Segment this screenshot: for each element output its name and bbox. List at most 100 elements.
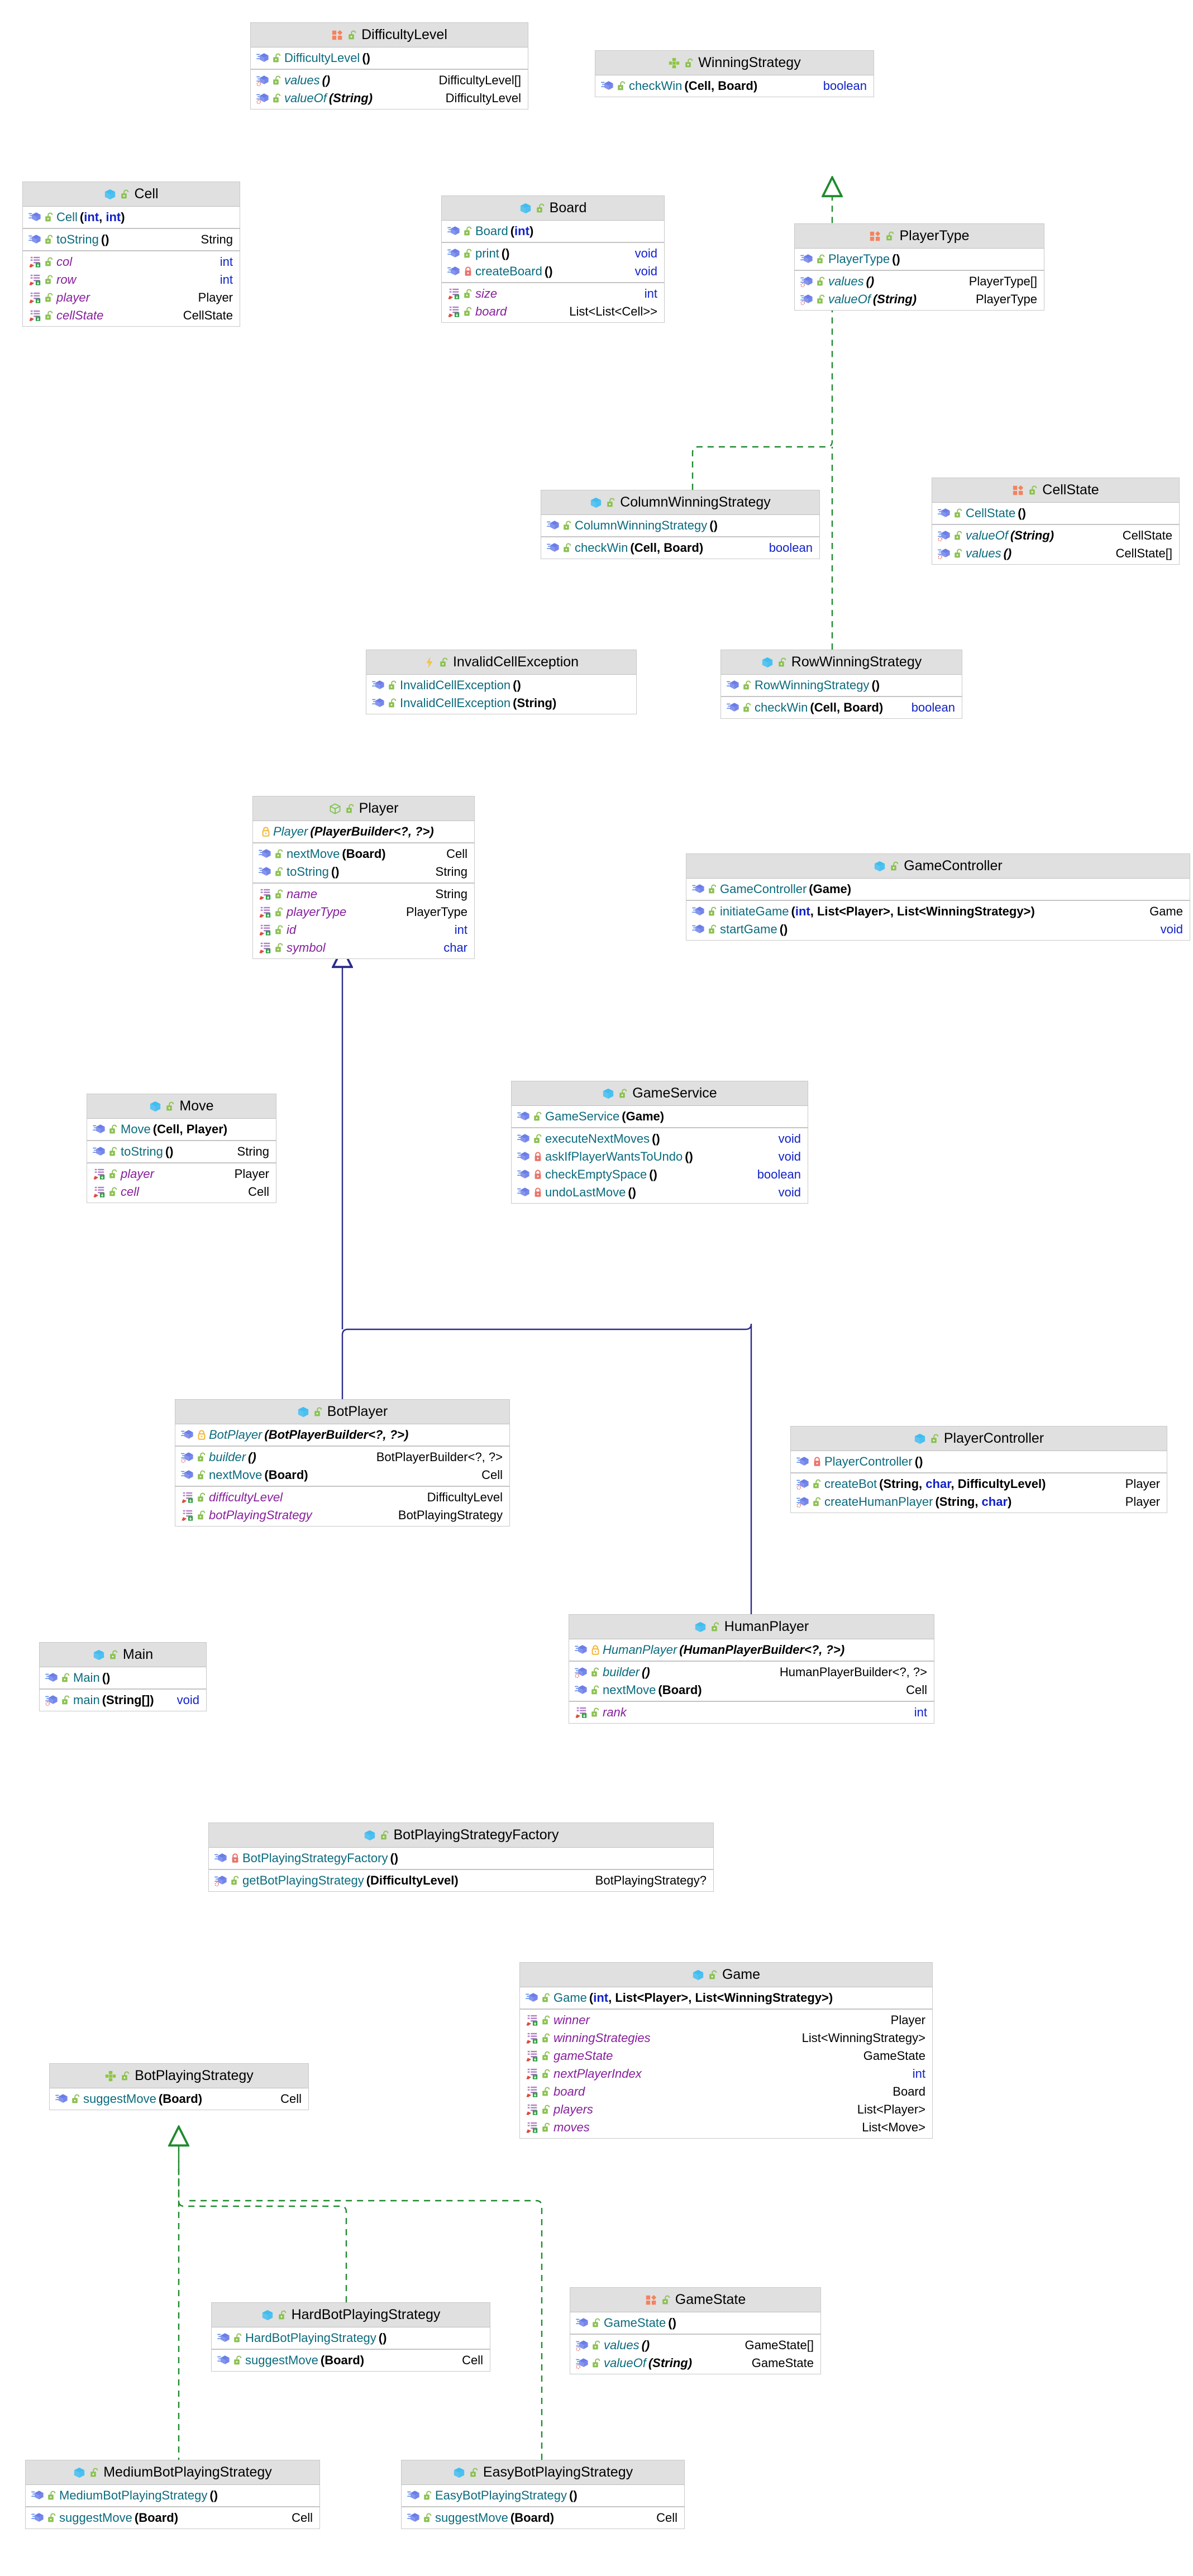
field-row-id[interactable]: id int	[253, 921, 474, 939]
field-row-difficultylevel[interactable]: difficultyLevel DifficultyLevel	[175, 1489, 509, 1506]
method-row-values[interactable]: values() GameState[]	[570, 2336, 820, 2354]
class-box-botplayer[interactable]: BotPlayer BotPlayer (BotPlayerBuilder<?, …	[175, 1399, 510, 1526]
field-row-name[interactable]: name String	[253, 885, 474, 903]
field-row-playertype[interactable]: playerType PlayerType	[253, 903, 474, 921]
field-row-player[interactable]: player Player	[87, 1165, 276, 1183]
method-row-undolastmove[interactable]: undoLastMove() void	[512, 1184, 808, 1201]
field-row-nextplayerindex[interactable]: nextPlayerIndex int	[520, 2065, 932, 2083]
method-row-suggestmove[interactable]: suggestMove (Board) Cell	[26, 2509, 319, 2527]
method-row-move[interactable]: Move (Cell, Player)	[87, 1120, 276, 1138]
class-box-gameservice[interactable]: GameService GameService (Game) executeNex…	[511, 1081, 808, 1204]
field-row-size[interactable]: size int	[442, 285, 664, 303]
method-row-botplayingstrategyfactory[interactable]: BotPlayingStrategyFactory()	[209, 1849, 713, 1867]
class-box-main[interactable]: Main Main() main (String[]) void	[39, 1642, 207, 1711]
class-box-board[interactable]: Board Board (int) print() void createBoard…	[441, 195, 665, 323]
field-row-board[interactable]: board List<List<Cell>>	[442, 303, 664, 321]
method-row-checkwin[interactable]: checkWin (Cell, Board) boolean	[595, 77, 874, 95]
method-row-rowwinningstrategy[interactable]: RowWinningStrategy()	[721, 676, 962, 694]
method-row-hardbotplayingstrategy[interactable]: HardBotPlayingStrategy()	[212, 2329, 490, 2347]
class-box-winningstrategy[interactable]: WinningStrategy checkWin (Cell, Board) boo…	[595, 50, 874, 97]
field-row-winningstrategies[interactable]: winningStrategies List<WinningStrategy>	[520, 2029, 932, 2047]
class-box-easybotplayingstrategy[interactable]: EasyBotPlayingStrategy EasyBotPlayingStr…	[401, 2460, 685, 2529]
class-box-gamestate[interactable]: GameState GameState() values() GameState[…	[570, 2287, 821, 2374]
method-row-easybotplayingstrategy[interactable]: EasyBotPlayingStrategy()	[402, 2487, 684, 2505]
field-row-players[interactable]: players List<Player>	[520, 2101, 932, 2119]
class-box-hardbotplayingstrategy[interactable]: HardBotPlayingStrategy HardBotPlayingStr…	[211, 2302, 490, 2372]
method-row-difficultylevel[interactable]: DifficultyLevel()	[251, 49, 528, 67]
method-row-valueof[interactable]: valueOf (String) DifficultyLevel	[251, 89, 528, 107]
method-row-valueof[interactable]: valueOf (String) CellState	[932, 527, 1179, 545]
method-row-suggestmove[interactable]: suggestMove (Board) Cell	[50, 2090, 308, 2108]
method-row-tostring[interactable]: toString() String	[23, 231, 240, 249]
method-row-initiategame[interactable]: initiateGame (int, List<Player>, List<Win…	[686, 903, 1190, 920]
class-box-playertype[interactable]: PlayerType PlayerType() values() PlayerTy…	[794, 223, 1044, 311]
method-row-main[interactable]: main (String[]) void	[40, 1691, 206, 1709]
class-box-cellstate[interactable]: CellState CellState() valueOf (String) Cel…	[932, 478, 1180, 565]
method-row-createbot[interactable]: createBot (String, char, DifficultyLevel)…	[791, 1475, 1167, 1493]
method-row-mediumbotplayingstrategy[interactable]: MediumBotPlayingStrategy()	[26, 2487, 319, 2505]
method-row-valueof[interactable]: valueOf (String) GameState	[570, 2354, 820, 2372]
field-row-cell[interactable]: cell Cell	[87, 1183, 276, 1201]
method-row-tostring[interactable]: toString() String	[253, 863, 474, 881]
method-row-builder[interactable]: builder() HumanPlayerBuilder<?, ?>	[569, 1663, 934, 1681]
method-row-cellstate[interactable]: CellState()	[932, 504, 1179, 522]
class-box-mediumbotplayingstrategy[interactable]: MediumBotPlayingStrategy MediumBotPlayin…	[25, 2460, 320, 2529]
field-row-board[interactable]: board Board	[520, 2083, 932, 2101]
method-row-nextmove[interactable]: nextMove (Board) Cell	[569, 1681, 934, 1699]
method-row-player[interactable]: Player (PlayerBuilder<?, ?>)	[253, 823, 474, 841]
method-row-gameservice[interactable]: GameService (Game)	[512, 1108, 808, 1125]
class-box-game[interactable]: Game Game (int, List<Player>, List<Winnin…	[519, 1962, 933, 2139]
method-row-gamestate[interactable]: GameState()	[570, 2314, 820, 2332]
method-row-botplayer[interactable]: BotPlayer (BotPlayerBuilder<?, ?>)	[175, 1426, 509, 1444]
class-box-invalidcellexception[interactable]: InvalidCellException InvalidCellExceptio…	[366, 650, 637, 714]
method-row-playertype[interactable]: PlayerType()	[795, 250, 1044, 268]
method-row-valueof[interactable]: valueOf (String) PlayerType	[795, 290, 1044, 308]
method-row-suggestmove[interactable]: suggestMove (Board) Cell	[212, 2351, 490, 2369]
class-box-botplayingstrategy[interactable]: BotPlayingStrategy suggestMove (Board) Cel…	[49, 2063, 309, 2110]
method-row-invalidcellexception[interactable]: InvalidCellException (String)	[366, 694, 636, 712]
method-row-nextmove[interactable]: nextMove (Board) Cell	[175, 1466, 509, 1484]
field-row-moves[interactable]: moves List<Move>	[520, 2119, 932, 2136]
method-row-game[interactable]: Game (int, List<Player>, List<WinningStra…	[520, 1989, 932, 2007]
method-row-nextmove[interactable]: nextMove (Board) Cell	[253, 845, 474, 863]
class-box-gamecontroller[interactable]: GameController GameController (Game) init…	[686, 853, 1190, 941]
method-row-createboard[interactable]: createBoard() void	[442, 263, 664, 280]
method-row-cell[interactable]: Cell (int, int)	[23, 208, 240, 226]
field-row-col[interactable]: col int	[23, 253, 240, 271]
class-box-move[interactable]: Move Move (Cell, Player) toString() String…	[87, 1094, 276, 1203]
method-row-main[interactable]: Main()	[40, 1669, 206, 1687]
method-row-values[interactable]: values() DifficultyLevel[]	[251, 71, 528, 89]
field-row-botplayingstrategy[interactable]: botPlayingStrategy BotPlayingStrategy	[175, 1506, 509, 1524]
field-row-winner[interactable]: winner Player	[520, 2011, 932, 2029]
method-row-print[interactable]: print() void	[442, 245, 664, 263]
class-box-cell[interactable]: Cell Cell (int, int) toString() String col…	[22, 182, 240, 327]
method-row-askifplayerwantstoundo[interactable]: askIfPlayerWantsToUndo() void	[512, 1148, 808, 1166]
class-box-player[interactable]: Player Player (PlayerBuilder<?, ?>) nextMo…	[252, 796, 475, 959]
method-row-suggestmove[interactable]: suggestMove (Board) Cell	[402, 2509, 684, 2527]
class-box-botplayingstrategyfactory[interactable]: BotPlayingStrategyFactory BotPlayingStra…	[208, 1823, 714, 1892]
field-row-player[interactable]: player Player	[23, 289, 240, 307]
method-row-getbotplayingstrategy[interactable]: getBotPlayingStrategy (DifficultyLevel) Bo…	[209, 1872, 713, 1890]
method-row-executenextmoves[interactable]: executeNextMoves() void	[512, 1130, 808, 1148]
field-row-row[interactable]: row int	[23, 271, 240, 289]
method-row-checkwin[interactable]: checkWin (Cell, Board) boolean	[721, 699, 962, 717]
class-box-playercontroller[interactable]: PlayerController PlayerController() crea…	[790, 1426, 1167, 1513]
method-row-checkemptyspace[interactable]: checkEmptySpace() boolean	[512, 1166, 808, 1184]
method-row-board[interactable]: Board (int)	[442, 222, 664, 240]
class-box-rowwinningstrategy[interactable]: RowWinningStrategy RowWinningStrategy() …	[720, 650, 962, 719]
method-row-invalidcellexception[interactable]: InvalidCellException()	[366, 676, 636, 694]
field-row-rank[interactable]: rank int	[569, 1704, 934, 1721]
method-row-gamecontroller[interactable]: GameController (Game)	[686, 880, 1190, 898]
method-row-builder[interactable]: builder() BotPlayerBuilder<?, ?>	[175, 1448, 509, 1466]
field-row-symbol[interactable]: symbol char	[253, 939, 474, 957]
method-row-values[interactable]: values() PlayerType[]	[795, 273, 1044, 290]
class-box-difficultylevel[interactable]: DifficultyLevel DifficultyLevel() values…	[250, 22, 528, 109]
method-row-createhumanplayer[interactable]: createHumanPlayer (String, char) Player	[791, 1493, 1167, 1511]
field-row-gamestate[interactable]: gameState GameState	[520, 2047, 932, 2065]
method-row-columnwinningstrategy[interactable]: ColumnWinningStrategy()	[541, 517, 819, 535]
method-row-startgame[interactable]: startGame() void	[686, 920, 1190, 938]
method-row-checkwin[interactable]: checkWin (Cell, Board) boolean	[541, 539, 819, 557]
method-row-playercontroller[interactable]: PlayerController()	[791, 1453, 1167, 1471]
class-box-columnwinningstrategy[interactable]: ColumnWinningStrategy ColumnWinningStrat…	[541, 490, 820, 559]
class-box-humanplayer[interactable]: HumanPlayer HumanPlayer (HumanPlayerBuild…	[569, 1614, 934, 1724]
